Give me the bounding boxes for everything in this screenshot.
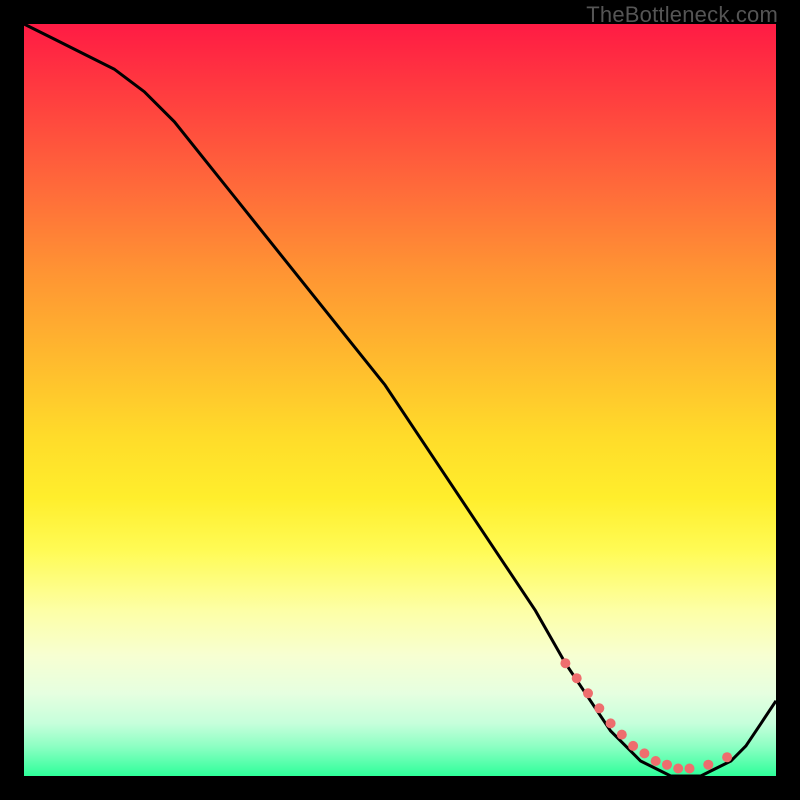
- data-point: [606, 718, 616, 728]
- bottleneck-curve-svg: [24, 24, 776, 776]
- data-point: [651, 756, 661, 766]
- bottleneck-curve: [24, 24, 776, 776]
- chart-frame: TheBottleneck.com: [0, 0, 800, 800]
- data-point: [703, 760, 713, 770]
- data-point: [628, 741, 638, 751]
- data-point: [617, 730, 627, 740]
- data-point: [722, 752, 732, 762]
- data-point: [583, 688, 593, 698]
- data-point: [560, 658, 570, 668]
- data-point: [639, 748, 649, 758]
- data-point-markers: [560, 658, 732, 773]
- data-point: [662, 760, 672, 770]
- data-point: [673, 764, 683, 774]
- data-point: [685, 764, 695, 774]
- data-point: [572, 673, 582, 683]
- data-point: [594, 703, 604, 713]
